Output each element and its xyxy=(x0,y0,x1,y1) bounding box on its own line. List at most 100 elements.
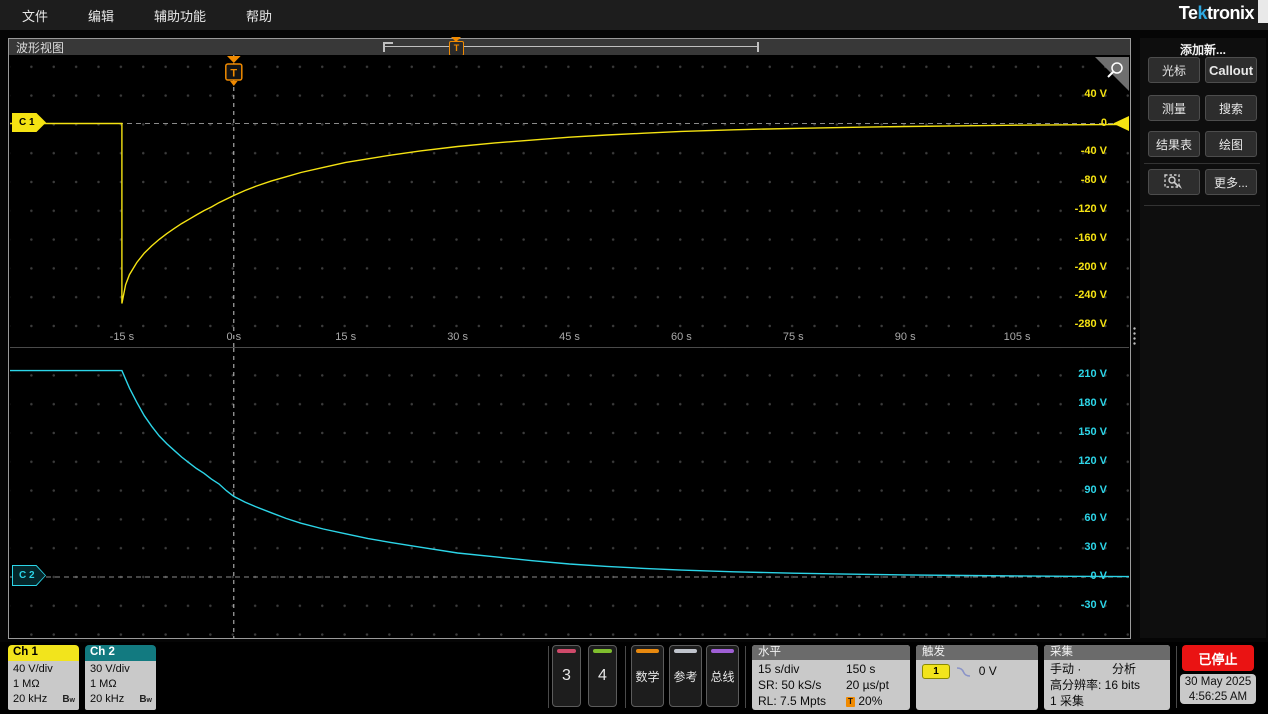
acquisition-count: 1 采集 xyxy=(1050,693,1164,709)
add-measure-button[interactable]: 测量 xyxy=(1148,95,1200,121)
graticule-resize-handle[interactable] xyxy=(1133,326,1136,346)
channel3-color-stripe xyxy=(557,649,576,653)
menu-utility[interactable]: 辅助功能 xyxy=(154,6,206,25)
trigger-panel[interactable]: 触发 1 0 V xyxy=(916,645,1038,710)
math-button[interactable]: 数学 xyxy=(631,645,664,707)
channel4-label: 4 xyxy=(598,667,607,685)
area-zoom-icon xyxy=(1164,174,1184,190)
add-search-button[interactable]: 搜索 xyxy=(1205,95,1257,121)
add-new-sidebar: 添加新... 光标 Callout 测量 搜索 结果表 绘图 更多... xyxy=(1140,38,1266,638)
y-axis-label: -160 V xyxy=(1037,232,1107,244)
sample-interval: 20 µs/pt xyxy=(846,677,889,693)
menu-help[interactable]: 帮助 xyxy=(246,6,272,25)
y-axis-label: 30 V xyxy=(1037,541,1107,553)
bus-color-stripe xyxy=(711,649,734,653)
channel4-color-stripe xyxy=(593,649,612,653)
channel1-scale: 40 V/div xyxy=(13,662,79,677)
x-axis-label: 30 s xyxy=(430,331,486,343)
graticule-channel2[interactable]: C 2 210 V180 V150 V120 V90 V60 V30 V0 V-… xyxy=(10,348,1129,638)
channel1-waveform-plot[interactable]: T xyxy=(10,55,1129,347)
add-results-table-button[interactable]: 结果表 xyxy=(1148,131,1200,157)
acquisition-panel-title: 采集 xyxy=(1044,645,1170,660)
trigger-source-badge: 1 xyxy=(922,664,950,679)
ref-label: 参考 xyxy=(673,668,697,685)
acquisition-analyze: 分析 xyxy=(1112,661,1136,677)
channel2-waveform-plot[interactable] xyxy=(10,348,1129,638)
falling-edge-icon xyxy=(956,666,972,678)
channel2-settings-badge[interactable]: Ch 2 30 V/div 1 MΩ 20 kHz Bw xyxy=(85,645,156,710)
waveform-view-title: 波形视图 xyxy=(9,39,64,56)
horizontal-pan-minimap[interactable] xyxy=(383,42,759,52)
graticule-channel1[interactable]: T C 1 40 V0-40 V-80 V-120 V-160 V-200 V-… xyxy=(10,55,1129,347)
minimap-trigger-T-icon[interactable]: T xyxy=(449,41,464,56)
x-axis-label: 0 s xyxy=(206,331,262,343)
channel1-level-arrow-icon xyxy=(1113,116,1129,131)
ref-button[interactable]: 参考 xyxy=(669,645,702,707)
trigger-position-percent: 20% xyxy=(858,694,882,708)
trigger-triangle-icon xyxy=(227,56,241,63)
x-axis-label: -15 s xyxy=(94,331,150,343)
sidebar-divider xyxy=(1144,163,1260,164)
more-button[interactable]: 更多... xyxy=(1205,169,1257,195)
channel1-impedance: 1 MΩ xyxy=(13,677,79,692)
math-color-stripe xyxy=(636,649,659,653)
y-axis-label: 210 V xyxy=(1037,368,1107,380)
math-label: 数学 xyxy=(635,668,659,685)
menu-file[interactable]: 文件 xyxy=(22,6,48,25)
datetime-display: 30 May 2025 4:56:25 AM xyxy=(1180,674,1256,704)
y-axis-label: -120 V xyxy=(1037,203,1107,215)
y-axis-label: 0 xyxy=(1037,117,1107,129)
menu-edit[interactable]: 编辑 xyxy=(88,6,114,25)
add-cursor-button[interactable]: 光标 xyxy=(1148,57,1200,83)
y-axis-label: 150 V xyxy=(1037,426,1107,438)
trigger-level: 0 V xyxy=(979,664,997,678)
channel1-settings-badge[interactable]: Ch 1 40 V/div 1 MΩ 20 kHz Bw xyxy=(8,645,79,710)
acquisition-panel[interactable]: 采集 手动 ·分析 高分辨率: 16 bits 1 采集 xyxy=(1044,645,1170,710)
bar-separator xyxy=(625,646,626,708)
menu-bar: 文件 编辑 辅助功能 帮助 xyxy=(0,0,1268,30)
waveform-view-titlebar[interactable]: 波形视图 T xyxy=(9,39,1130,55)
bus-button[interactable]: 总线 xyxy=(706,645,739,707)
channel3-button[interactable]: 3 xyxy=(552,645,581,707)
stopped-button[interactable]: 已停止 xyxy=(1182,645,1254,671)
bandwidth-limit-icon: Bw xyxy=(62,692,75,708)
horizontal-panel[interactable]: 水平 15 s/div150 s SR: 50 kS/s20 µs/pt RL:… xyxy=(752,645,910,710)
channel4-button[interactable]: 4 xyxy=(588,645,617,707)
date-text: 30 May 2025 xyxy=(1180,675,1256,690)
logo-block xyxy=(1258,0,1268,23)
x-axis-label: 90 s xyxy=(877,331,933,343)
oscilloscope-app: 文件 编辑 辅助功能 帮助 Tektronix 波形视图 T T C 1 40 … xyxy=(0,0,1268,714)
y-axis-label: -30 V xyxy=(1037,599,1107,611)
area-zoom-button[interactable] xyxy=(1148,169,1200,195)
horizontal-scale: 15 s/div xyxy=(758,661,846,677)
trigger-position-icon: T xyxy=(846,697,855,707)
channel2-impedance: 1 MΩ xyxy=(90,677,156,692)
x-axis-label: 60 s xyxy=(653,331,709,343)
bandwidth-limit-icon: Bw xyxy=(139,692,152,708)
bar-separator xyxy=(1176,646,1177,708)
sample-rate: SR: 50 kS/s xyxy=(758,677,846,693)
waveform-view-window: 波形视图 T T C 1 40 V0-40 V-80 V-120 V-160 V… xyxy=(8,38,1131,639)
y-axis-label: 90 V xyxy=(1037,484,1107,496)
acquisition-mode: 手动 · xyxy=(1050,661,1112,677)
tektronix-logo: Tektronix xyxy=(1179,3,1254,24)
sidebar-divider xyxy=(1144,205,1260,206)
add-callout-button[interactable]: Callout xyxy=(1205,57,1257,83)
channel1-name: Ch 1 xyxy=(8,645,79,661)
x-axis-label: 105 s xyxy=(989,331,1045,343)
y-axis-label: 120 V xyxy=(1037,455,1107,467)
bus-label: 总线 xyxy=(710,668,734,685)
x-axis-label: 15 s xyxy=(318,331,374,343)
channel2-scale: 30 V/div xyxy=(90,662,156,677)
add-plot-button[interactable]: 绘图 xyxy=(1205,131,1257,157)
x-axis-label: 75 s xyxy=(765,331,821,343)
x-axis-label: 45 s xyxy=(542,331,598,343)
acquisition-resolution: 高分辨率: 16 bits xyxy=(1050,677,1164,693)
y-axis-label: -200 V xyxy=(1037,261,1107,273)
y-axis-label: -80 V xyxy=(1037,174,1107,186)
time-text: 4:56:25 AM xyxy=(1180,690,1256,705)
y-axis-label: 180 V xyxy=(1037,397,1107,409)
ref-color-stripe xyxy=(674,649,697,653)
channel3-label: 3 xyxy=(562,667,571,685)
y-axis-label: 60 V xyxy=(1037,512,1107,524)
